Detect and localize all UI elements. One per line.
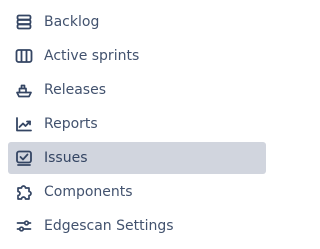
sidebar-item-label: Components	[44, 184, 133, 200]
sidebar-item-issues[interactable]: Issues	[8, 142, 266, 174]
issues-check-icon	[15, 149, 33, 167]
trend-chart-icon	[15, 115, 33, 133]
board-columns-icon	[15, 47, 33, 65]
sidebar-item-label: Issues	[44, 150, 88, 166]
sliders-icon	[15, 217, 33, 235]
sidebar-item-label: Active sprints	[44, 48, 140, 64]
sidebar-item-backlog[interactable]: Backlog	[8, 6, 266, 38]
sidebar-item-label: Backlog	[44, 14, 100, 30]
sidebar-item-label: Edgescan Settings	[44, 218, 174, 234]
ship-icon	[15, 81, 33, 99]
puzzle-icon	[15, 183, 33, 201]
project-sidebar-nav: Backlog Active sprints Releases Reports …	[0, 0, 273, 249]
sidebar-item-active-sprints[interactable]: Active sprints	[8, 40, 266, 72]
sidebar-item-label: Releases	[44, 82, 106, 98]
sidebar-item-reports[interactable]: Reports	[8, 108, 266, 140]
sidebar-item-components[interactable]: Components	[8, 176, 266, 208]
sidebar-item-label: Reports	[44, 116, 98, 132]
sidebar-item-edgescan-settings[interactable]: Edgescan Settings	[8, 210, 266, 242]
sidebar-item-releases[interactable]: Releases	[8, 74, 266, 106]
backlog-icon	[15, 13, 33, 31]
